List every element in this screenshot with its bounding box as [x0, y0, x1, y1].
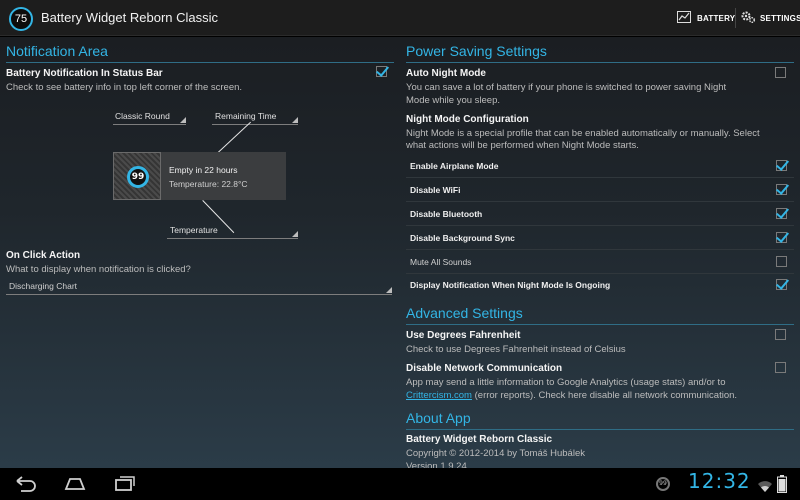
app-title: Battery Widget Reborn Classic [41, 10, 219, 25]
pref-title: Use Degrees Fahrenheit [406, 330, 521, 341]
section-divider [6, 62, 394, 63]
pref-summary-line2: Crittercism.com (error reports). Check h… [406, 389, 737, 402]
row-divider [406, 273, 794, 274]
notification-line1: Empty in 22 hours [169, 165, 238, 175]
row-divider [406, 201, 794, 202]
option-label: Mute All Sounds [410, 257, 472, 267]
advanced-settings-header: Advanced Settings [406, 305, 523, 321]
dropdown-arrow-icon [292, 231, 298, 237]
pref-title: Battery Notification In Status Bar [6, 68, 163, 79]
notification-preview: 99 Empty in 22 hours Temperature: 22.8°C [113, 152, 286, 200]
dropdown-arrow-icon [180, 117, 186, 123]
home-icon [64, 478, 86, 490]
settings-content: Notification Area Battery Notification I… [0, 37, 800, 468]
pref-summary: App may send a little information to Goo… [406, 377, 726, 388]
notification-area-header: Notification Area [6, 43, 108, 59]
pref-title: On Click Action [6, 250, 81, 261]
pref-title: Disable Network Communication [406, 363, 563, 374]
about-copyright: Copyright © 2012-2014 by Tomáš Hubálek [406, 448, 585, 459]
system-nav-bar: 99 12:32 [0, 468, 800, 500]
bluetooth-checkbox[interactable] [776, 208, 787, 219]
recents-icon [115, 476, 135, 491]
action-bar: 75 Battery Widget Reborn Classic BATTERY… [0, 0, 800, 36]
pref-summary: Check to use Degrees Fahrenheit instead … [406, 344, 626, 355]
row-divider [406, 249, 794, 250]
sync-checkbox[interactable] [776, 232, 787, 243]
row-divider [406, 177, 794, 178]
pref-summary: what actions will be performed when Nigh… [406, 140, 639, 151]
line1-spinner[interactable]: Remaining Time [212, 111, 298, 125]
gear-icon [740, 10, 756, 26]
pref-summary: You can save a lot of battery if your ph… [406, 82, 727, 93]
auto-night-checkbox[interactable] [775, 67, 786, 78]
battery-button[interactable]: BATTERY [677, 8, 735, 28]
pref-summary-rest: (error reports). Check here disable all … [471, 390, 738, 401]
pref-summary: Check to see battery info in top left co… [6, 82, 243, 93]
option-label: Disable Background Sync [410, 233, 515, 243]
network-checkbox[interactable] [775, 362, 786, 373]
wifi-icon [757, 478, 773, 497]
option-label: Display Notification When Night Mode Is … [410, 280, 611, 290]
settings-button-label: SETTINGS [760, 13, 800, 23]
battery-status-icon: 99 [656, 477, 670, 491]
section-divider [406, 324, 794, 325]
back-icon [16, 476, 36, 492]
section-divider [406, 62, 794, 63]
section-divider [406, 429, 794, 430]
spinner-label: Temperature [170, 225, 218, 235]
wifi-checkbox[interactable] [776, 184, 787, 195]
spinner-label: Remaining Time [215, 111, 277, 121]
pref-summary: What to display when notification is cli… [6, 264, 191, 275]
mute-checkbox[interactable] [776, 256, 787, 267]
fahrenheit-checkbox[interactable] [775, 329, 786, 340]
notification-icon-area: 99 [113, 152, 161, 200]
ongoing-notification-checkbox[interactable] [776, 279, 787, 290]
pref-title: Night Mode Configuration [406, 114, 529, 125]
spinner-label: Discharging Chart [9, 281, 78, 291]
status-bar-checkbox[interactable] [376, 66, 387, 77]
option-label: Disable Bluetooth [410, 209, 483, 219]
status-clock[interactable]: 12:32 [688, 469, 751, 493]
back-button[interactable] [12, 474, 38, 498]
home-button[interactable] [62, 474, 88, 498]
pref-summary: Mode while you sleep. [406, 95, 500, 106]
crittercism-link[interactable]: Crittercism.com [406, 390, 472, 401]
row-divider [406, 225, 794, 226]
battery-badge-icon: 99 [127, 166, 149, 188]
option-label: Enable Airplane Mode [410, 161, 499, 171]
dropdown-arrow-icon [292, 117, 298, 123]
app-icon[interactable]: 75 [9, 7, 33, 31]
about-header: About App [406, 410, 471, 426]
about-app-name: Battery Widget Reborn Classic [406, 434, 553, 445]
pref-title: Auto Night Mode [406, 68, 486, 79]
battery-button-label: BATTERY [697, 13, 736, 23]
on-click-spinner[interactable]: Discharging Chart [6, 281, 392, 295]
action-divider [735, 8, 736, 28]
settings-button[interactable]: SETTINGS [740, 8, 800, 28]
option-label: Disable WiFi [410, 185, 461, 195]
chart-icon [677, 11, 691, 25]
battery-level-icon [777, 475, 787, 497]
notification-line2: Temperature: 22.8°C [169, 179, 248, 189]
spinner-label: Classic Round [115, 111, 170, 121]
line2-spinner[interactable]: Temperature [167, 225, 298, 239]
dropdown-arrow-icon [386, 287, 392, 293]
about-version: Version 1.9.24 [406, 461, 467, 468]
recents-button[interactable] [112, 474, 138, 498]
icon-style-spinner[interactable]: Classic Round [113, 111, 186, 125]
power-saving-header: Power Saving Settings [406, 43, 547, 59]
airplane-checkbox[interactable] [776, 160, 787, 171]
